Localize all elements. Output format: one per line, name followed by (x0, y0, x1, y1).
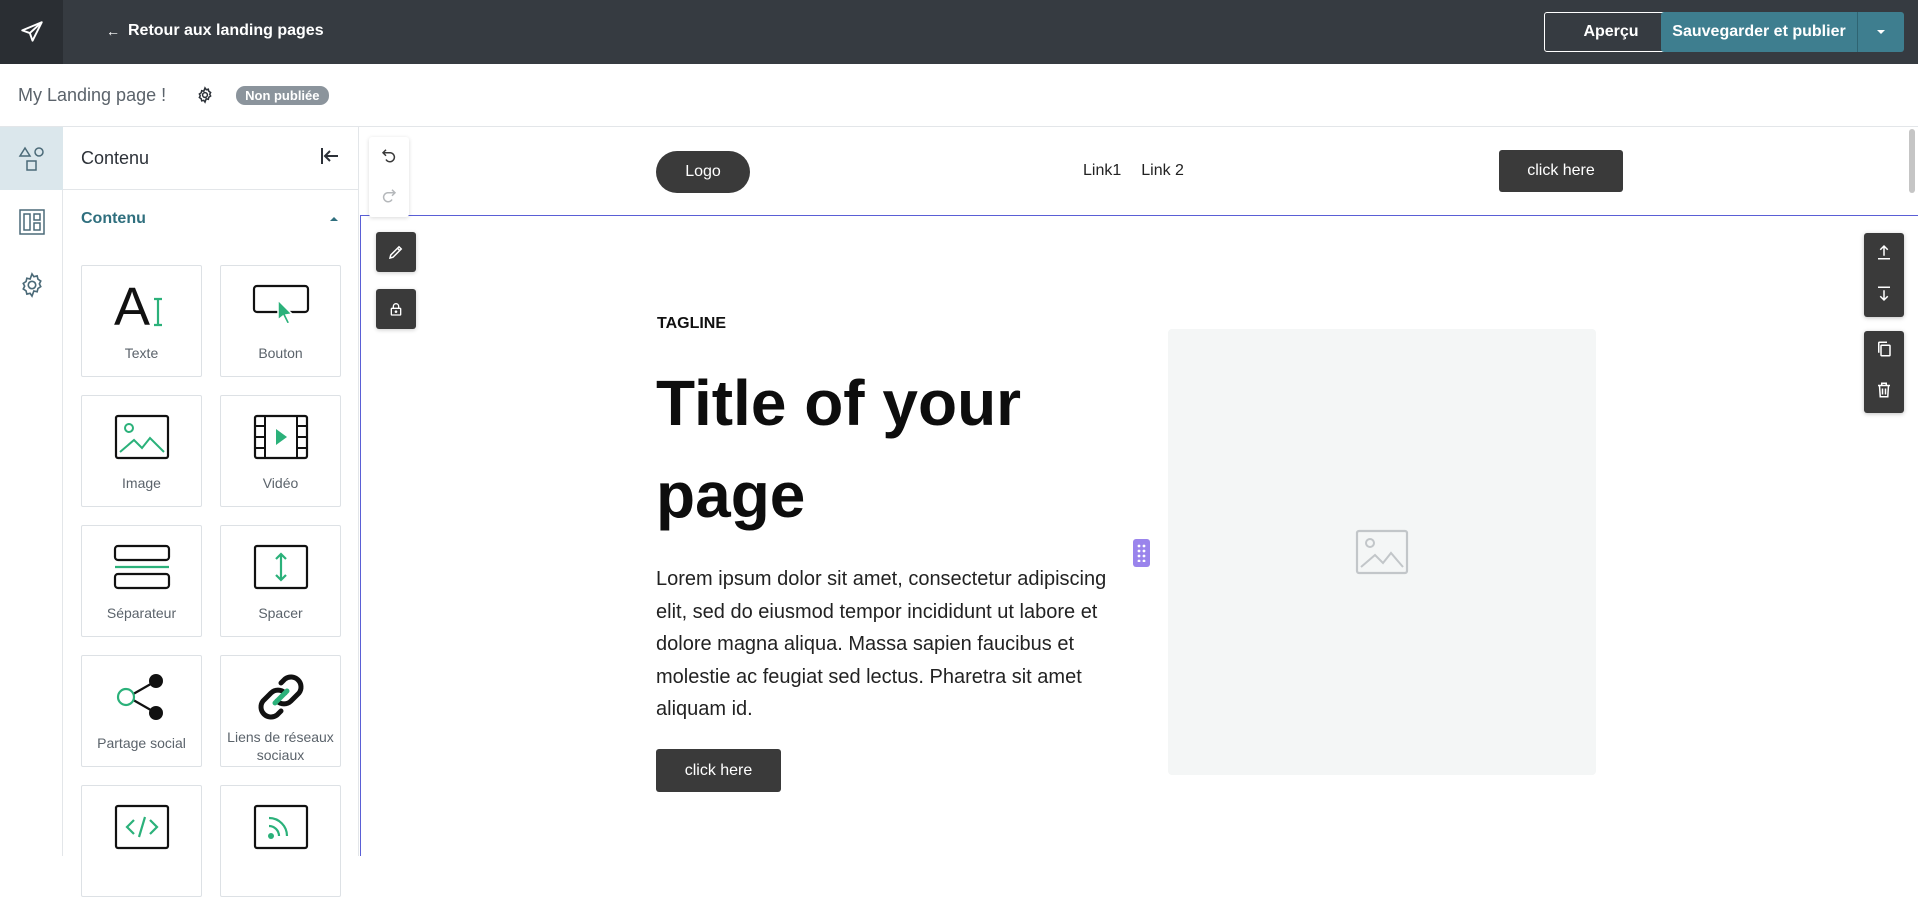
collapse-left-icon (321, 147, 338, 164)
layout-icon (18, 208, 45, 235)
section-title: Contenu (81, 210, 146, 227)
nav-link-1[interactable]: Link1 (1083, 162, 1121, 180)
gear-icon (198, 86, 212, 104)
landing-nav: Link1 Link 2 (1083, 162, 1184, 180)
header-cta-button[interactable]: click here (1499, 150, 1623, 192)
undo-button[interactable] (380, 146, 398, 169)
canvas-scrollbar[interactable] (1909, 129, 1915, 193)
arrow-left-icon: ← (106, 23, 120, 39)
lock-icon (390, 303, 402, 316)
editor-canvas[interactable]: Logo Link1 Link 2 click here TAGLINE Tit… (359, 127, 1918, 856)
nav-link-2[interactable]: Link 2 (1141, 162, 1184, 180)
button-icon (252, 284, 309, 325)
rail-content-tab[interactable] (0, 127, 63, 190)
text-icon: A (114, 279, 162, 335)
block-rss[interactable] (220, 785, 341, 897)
image-placeholder-icon (1355, 529, 1409, 575)
panel-header: Contenu (63, 127, 358, 190)
landing-header-section[interactable]: Logo Link1 Link 2 click here (359, 127, 1918, 215)
block-button[interactable]: Bouton (220, 265, 341, 377)
hero-title[interactable]: Title of your page (656, 357, 1076, 541)
block-label: Vidéo (262, 475, 299, 491)
video-icon (253, 414, 308, 460)
hero-body-text[interactable]: Lorem ipsum dolor sit amet, consectetur … (656, 563, 1126, 726)
hero-tagline[interactable]: TAGLINE (657, 315, 726, 333)
block-label: Liens de réseaux sociaux (227, 729, 334, 763)
image-icon (114, 414, 169, 460)
gear-icon (21, 271, 42, 298)
move-down-button[interactable] (1875, 285, 1893, 308)
copy-icon (1878, 341, 1891, 357)
redo-button[interactable] (380, 186, 398, 209)
move-up-icon (1878, 244, 1890, 259)
block-label: Bouton (258, 345, 303, 361)
block-label: Partage social (97, 735, 186, 751)
redo-icon (382, 188, 397, 202)
back-link-label: Retour aux landing pages (128, 22, 324, 39)
code-icon (114, 804, 169, 850)
top-bar: ← Retour aux landing pages Aperçu Sauveg… (0, 0, 1918, 64)
block-social-share[interactable]: Partage social (81, 655, 202, 767)
block-label: Texte (124, 345, 159, 361)
pencil-icon (388, 245, 403, 260)
block-image[interactable]: Image (81, 395, 202, 507)
caret-up-icon (330, 217, 338, 221)
landing-logo[interactable]: Logo (656, 151, 750, 193)
svg-text:A: A (114, 279, 150, 335)
save-options-dropdown[interactable] (1858, 12, 1904, 52)
drag-dots-icon (1137, 544, 1146, 562)
move-down-icon (1878, 286, 1890, 301)
page-info-bar: My Landing page ! Non publiée (0, 64, 1918, 127)
block-video[interactable]: Vidéo (220, 395, 341, 507)
column-drag-handle[interactable] (1133, 539, 1150, 567)
share-icon (116, 674, 163, 720)
shapes-icon (18, 146, 44, 171)
rail-settings-tab[interactable] (0, 253, 63, 316)
back-to-landing-pages-link[interactable]: ← Retour aux landing pages (106, 22, 324, 40)
move-up-button[interactable] (1875, 243, 1893, 266)
link-icon (258, 674, 303, 720)
undo-icon (381, 148, 396, 162)
block-label: Séparateur (106, 605, 177, 621)
content-panel: Contenu Contenu A Texte Bouton Image Vid… (63, 127, 359, 897)
move-section-tools (1864, 233, 1904, 317)
block-text[interactable]: A Texte (81, 265, 202, 377)
block-html[interactable] (81, 785, 202, 897)
save-publish-group: Sauvegarder et publier (1661, 12, 1904, 52)
status-badge: Non publiée (236, 85, 329, 105)
hero-image-placeholder[interactable] (1168, 329, 1596, 775)
left-icon-rail (0, 127, 63, 856)
spacer-icon (253, 544, 308, 590)
edit-section-button[interactable] (376, 232, 416, 272)
caret-down-icon (1877, 30, 1885, 34)
panel-title: Contenu (81, 147, 150, 168)
app-logo[interactable] (0, 0, 63, 64)
lock-section-button[interactable] (376, 289, 416, 329)
rss-icon (253, 804, 308, 850)
save-publish-button[interactable]: Sauvegarder et publier (1661, 12, 1858, 52)
page-title: My Landing page ! (18, 84, 167, 105)
preview-button[interactable]: Aperçu (1544, 12, 1678, 52)
page-settings-button[interactable] (196, 86, 214, 104)
duplicate-section-button[interactable] (1875, 340, 1893, 363)
block-spacer[interactable]: Spacer (220, 525, 341, 637)
selected-section-outline (360, 215, 1918, 856)
delete-section-button[interactable] (1875, 381, 1893, 404)
rail-layout-tab[interactable] (0, 190, 63, 253)
hero-cta-button[interactable]: click here (656, 749, 781, 792)
divider-icon (113, 544, 170, 590)
history-controls (369, 137, 409, 217)
content-section-toggle[interactable]: Contenu (63, 190, 358, 248)
block-label: Spacer (258, 605, 303, 621)
content-blocks-grid: A Texte Bouton Image Vidéo Séparateur Sp… (81, 265, 341, 897)
block-social-links[interactable]: Liens de réseaux sociaux (220, 655, 341, 767)
block-divider[interactable]: Séparateur (81, 525, 202, 637)
collapse-panel-button[interactable] (320, 147, 340, 170)
trash-icon (1878, 382, 1890, 398)
block-label: Image (122, 475, 161, 491)
paper-plane-icon (20, 21, 43, 42)
section-action-tools (1864, 331, 1904, 413)
